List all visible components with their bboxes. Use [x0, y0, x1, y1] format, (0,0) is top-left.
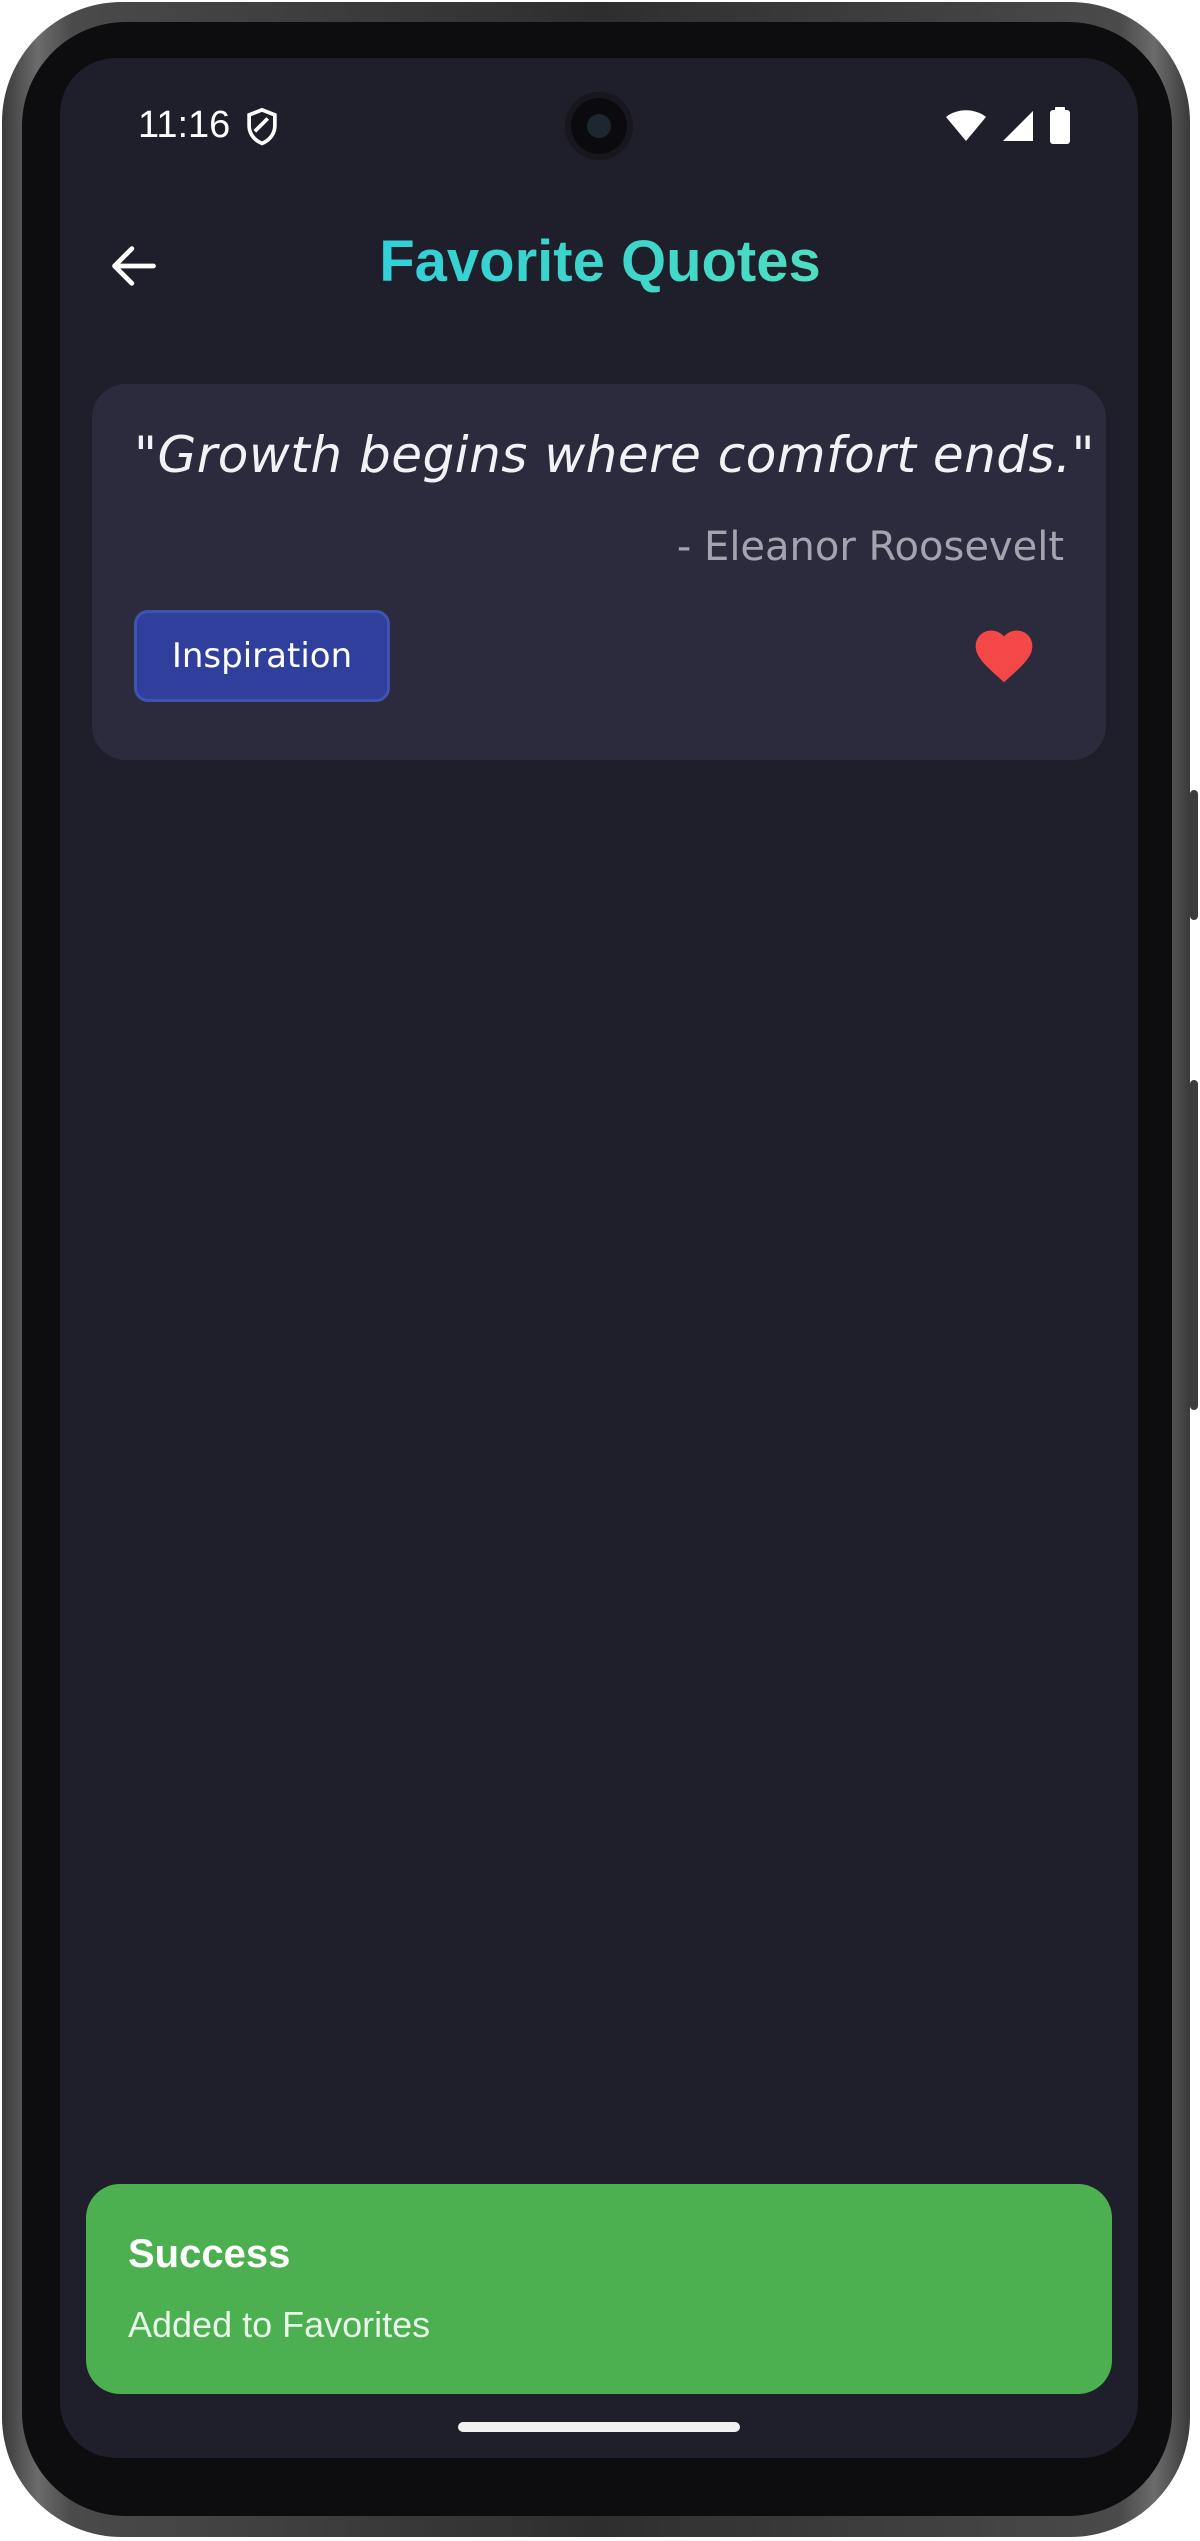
camera-lens	[587, 114, 611, 138]
success-toast[interactable]: Success Added to Favorites	[86, 2184, 1112, 2394]
page-title: Favorite Quotes	[0, 228, 1200, 295]
quote-text: "Growth begins where comfort ends."	[134, 426, 1095, 484]
category-chip[interactable]: Inspiration	[134, 610, 390, 702]
power-button	[1190, 790, 1198, 920]
battery-icon	[1050, 107, 1070, 144]
quote-author: - Eleanor Roosevelt	[676, 524, 1064, 570]
heart-filled-icon[interactable]	[970, 622, 1038, 690]
status-icons	[945, 106, 1071, 146]
quote-card: "Growth begins where comfort ends." - El…	[92, 384, 1106, 760]
home-indicator[interactable]	[458, 2422, 740, 2432]
status-time: 11:16	[138, 104, 231, 146]
signal-icon	[1003, 111, 1033, 141]
front-camera	[565, 92, 633, 160]
volume-button	[1190, 1080, 1198, 1410]
toast-title: Success	[128, 2232, 291, 2276]
wifi-icon	[946, 110, 986, 141]
toast-message: Added to Favorites	[128, 2304, 431, 2345]
phone-device: 11:16 Favorite Quotes "Growth begins whe…	[0, 0, 1200, 2541]
shield-icon	[247, 107, 277, 146]
